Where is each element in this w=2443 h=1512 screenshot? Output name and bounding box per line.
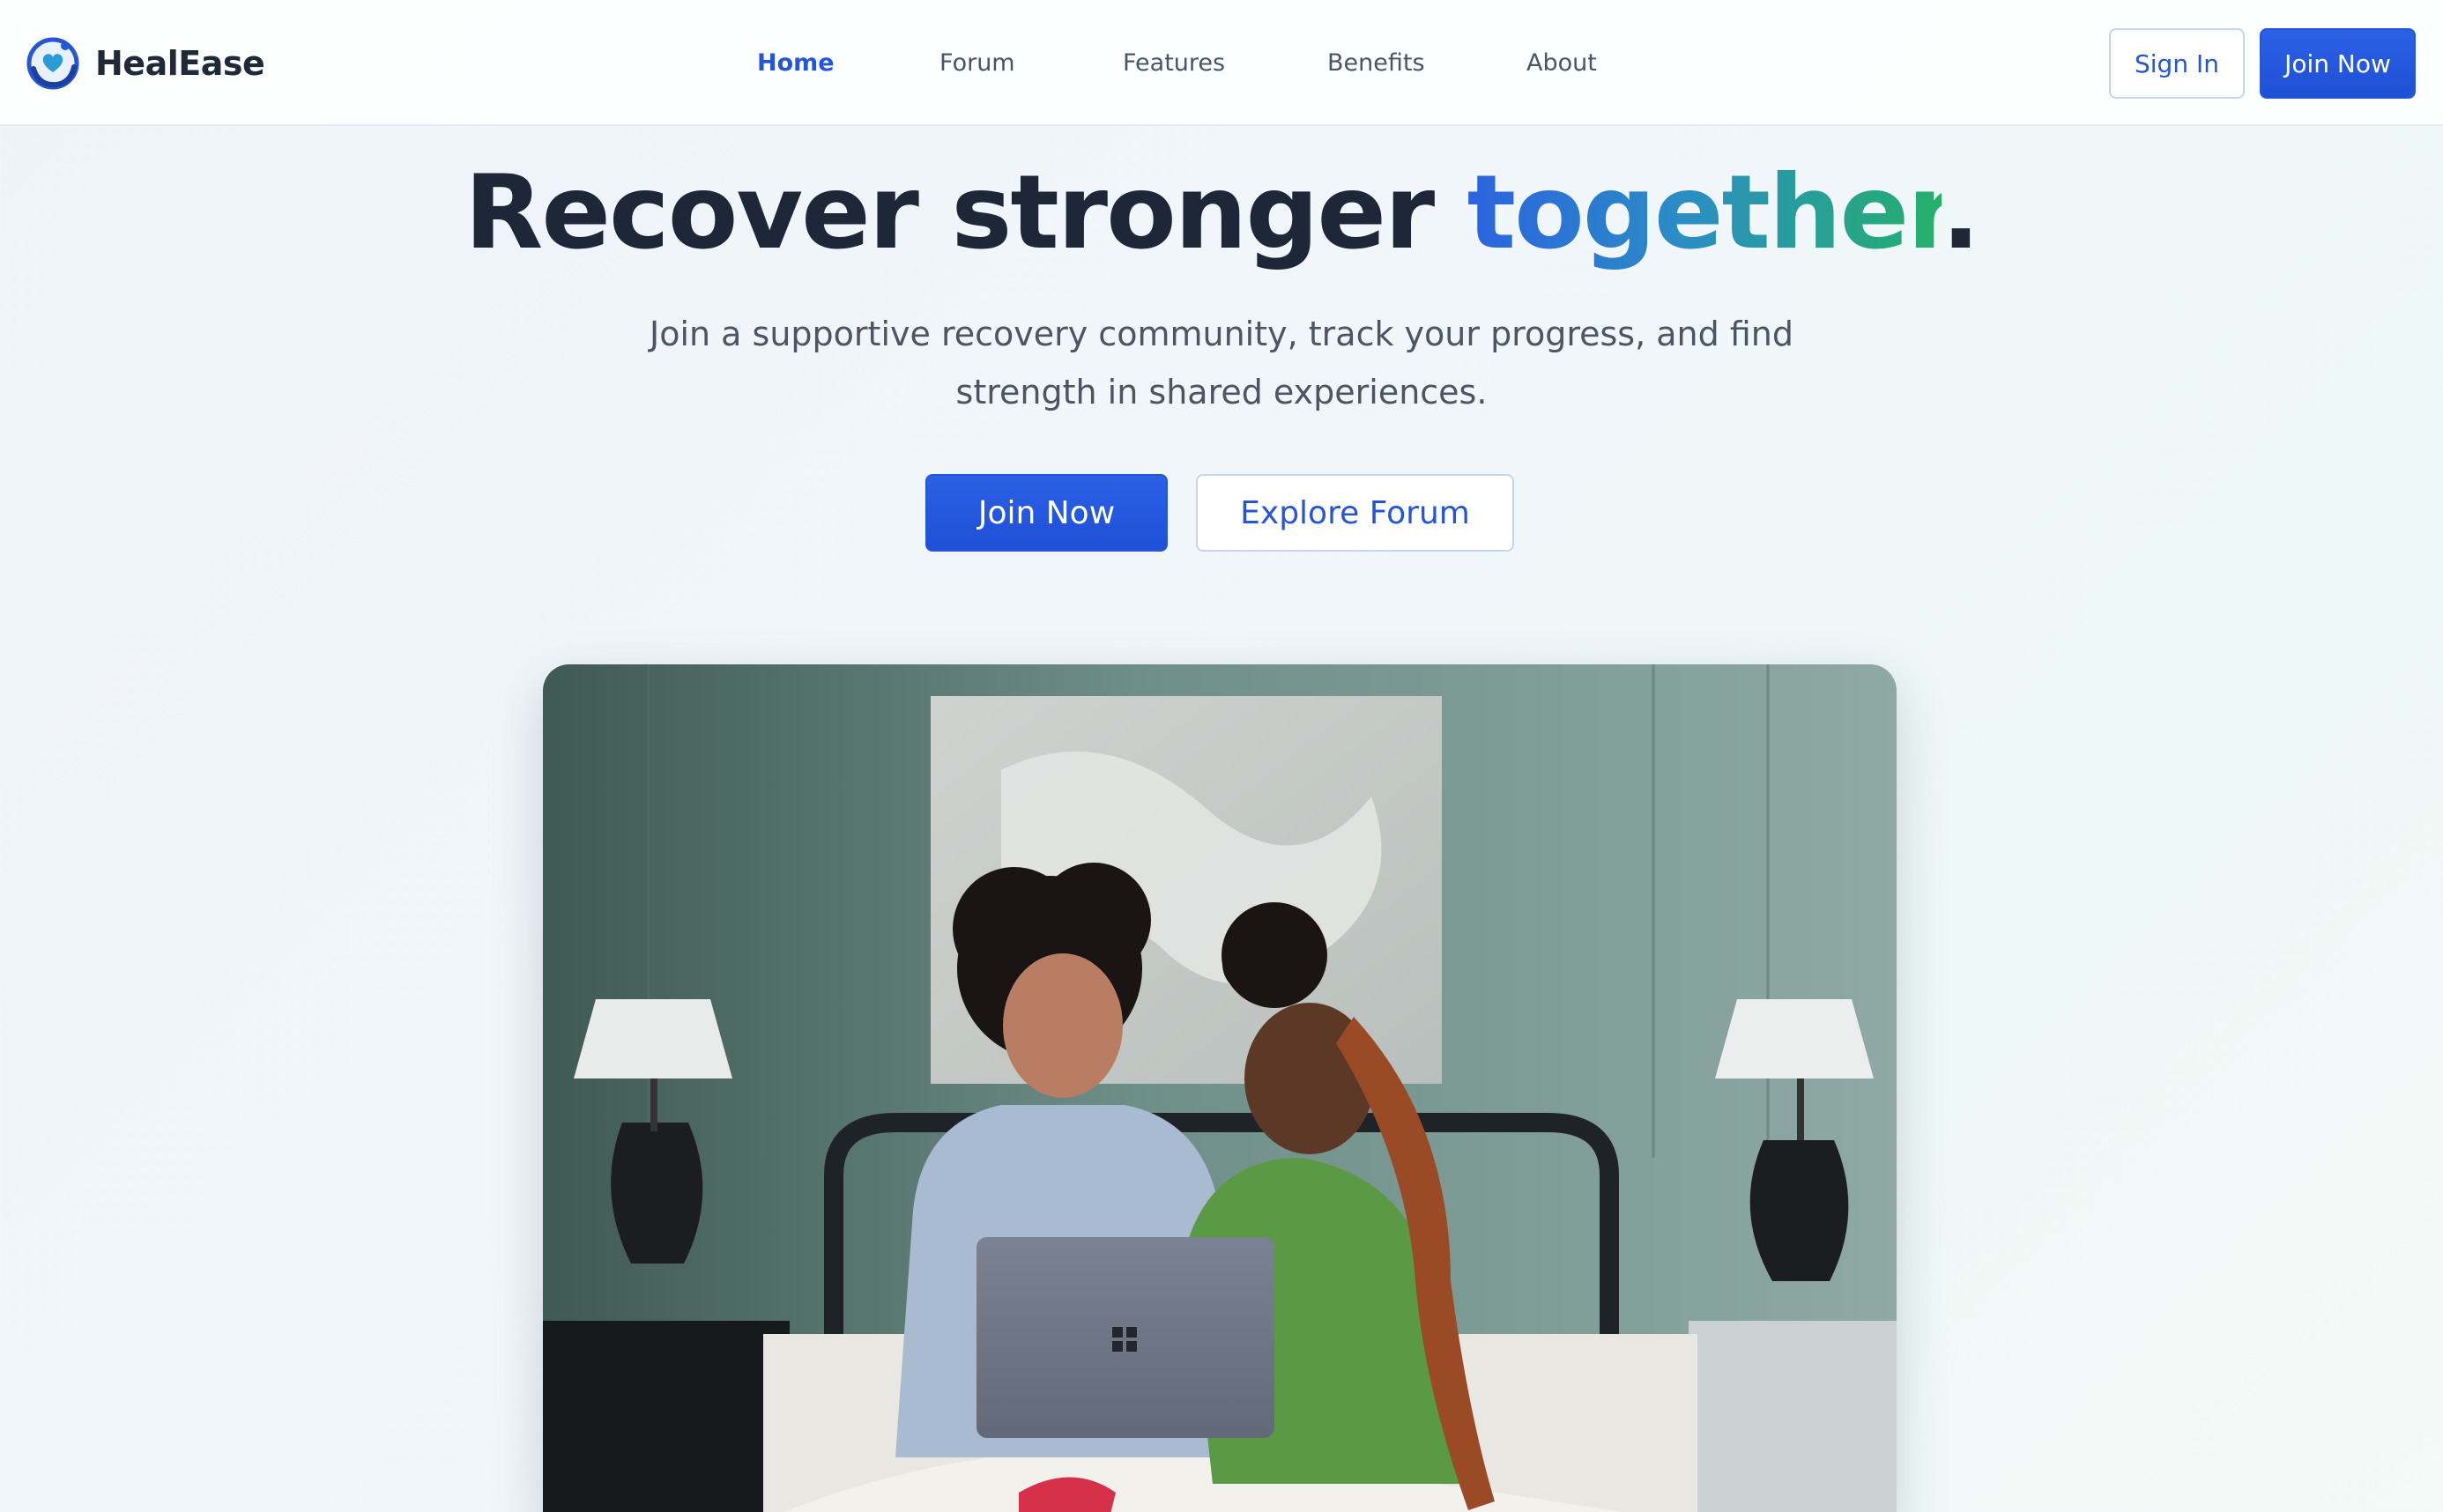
hero-title-period: .	[1941, 153, 1980, 272]
hero-title: Recover stronger together.	[0, 152, 2443, 275]
hero-photo	[543, 664, 1897, 1512]
nav-link-benefits[interactable]: Benefits	[1327, 46, 1425, 81]
nav-link-forum[interactable]: Forum	[939, 46, 1015, 81]
main-nav: Home Forum Features Benefits About	[0, 0, 2443, 126]
nav-link-home[interactable]: Home	[757, 46, 835, 81]
hero-title-main: Recover stronger	[464, 153, 1467, 272]
header-join-button[interactable]: Join Now	[2260, 28, 2416, 99]
site-header: HealEase Home Forum Features Benefits Ab…	[0, 0, 2443, 126]
nav-link-about[interactable]: About	[1526, 46, 1597, 81]
hero-subtitle: Join a supportive recovery community, tr…	[650, 315, 1793, 411]
nav-link-features[interactable]: Features	[1123, 46, 1225, 81]
explore-forum-button[interactable]: Explore Forum	[1196, 474, 1514, 552]
photo-two-women-with-laptop-icon	[543, 664, 1897, 1512]
hero-title-accent: together	[1467, 153, 1943, 272]
sign-in-button[interactable]: Sign In	[2109, 28, 2245, 99]
hero-join-button[interactable]: Join Now	[925, 474, 1168, 552]
